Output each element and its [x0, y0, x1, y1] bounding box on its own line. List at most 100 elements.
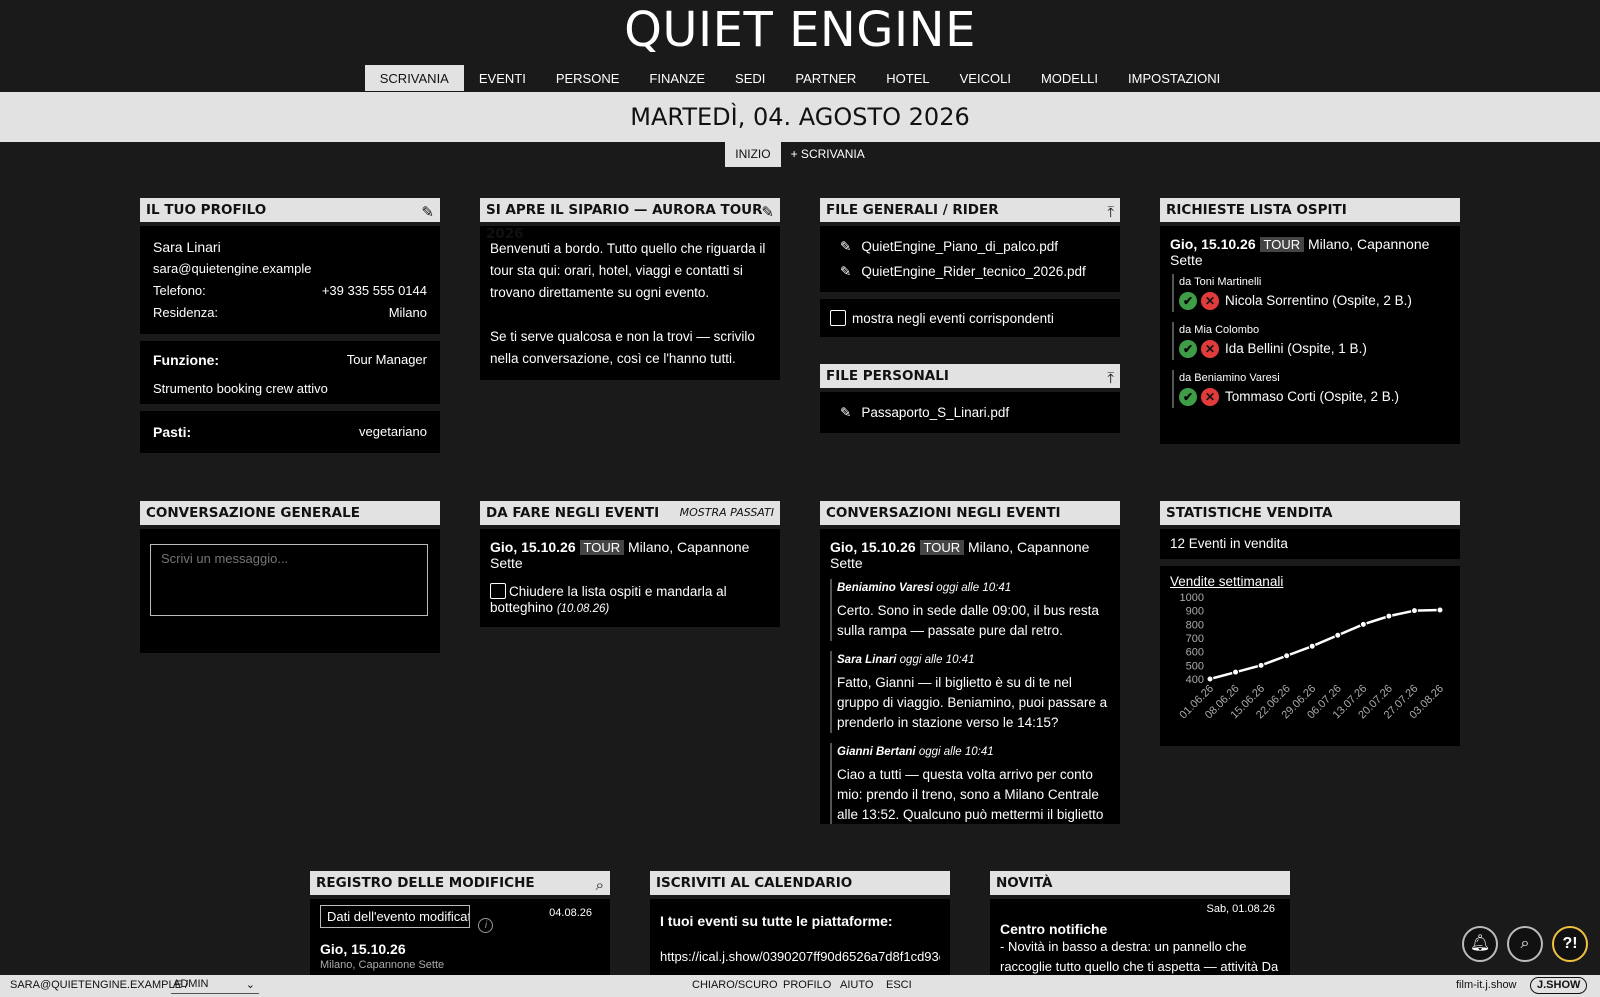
changelog-filter[interactable]: Dati dell'evento modificati [320, 905, 470, 928]
tab-finanze[interactable]: FINANZE [634, 65, 720, 91]
search-icon[interactable]: ⌕ [1507, 926, 1543, 962]
weekly-sales-link[interactable]: Vendite settimanali [1170, 574, 1450, 589]
data-point[interactable] [1257, 661, 1265, 669]
tab-impostazioni[interactable]: IMPOSTAZIONI [1113, 65, 1235, 91]
tab-eventi[interactable]: EVENTI [464, 65, 541, 91]
general-chat-widget: CONVERSAZIONE GENERALE [140, 501, 440, 653]
tab-persone[interactable]: PERSONE [541, 65, 635, 91]
jshow-logo[interactable]: J.SHOW [1530, 977, 1588, 994]
ical-url[interactable]: https://ical.j.show/0390207ff90d6526a7d8… [660, 949, 940, 964]
reject-icon[interactable]: ✕ [1201, 388, 1219, 406]
bell-icon[interactable]: 🔔︎ [1462, 926, 1498, 962]
upload-icon[interactable]: ⤒ [1107, 200, 1114, 224]
data-point[interactable] [1206, 675, 1214, 683]
event-place: Milano, Capannone Sette [320, 959, 445, 971]
file-item[interactable]: ✎ Passaporto_S_Linari.pdf [840, 400, 1100, 425]
profile-link[interactable]: PROFILO [783, 979, 831, 991]
show-past-link[interactable]: MOSTRA PASSATI [680, 501, 774, 525]
request-from: da Mia Colombo [1179, 324, 1260, 336]
calendar-title: I tuoi eventi su tutte le piattaforme: [660, 913, 893, 929]
y-tick-label: 400 [1186, 674, 1204, 686]
data-point[interactable] [1283, 652, 1291, 660]
upload-icon[interactable]: ⤒ [1107, 366, 1114, 390]
widget-title: STATISTICHE VENDITA [1166, 505, 1333, 521]
add-desk-button[interactable]: + SCRIVANIA [781, 142, 875, 167]
tab-sedi[interactable]: SEDI [720, 65, 780, 91]
residence-label: Residenza: [153, 305, 219, 320]
task-checkbox[interactable] [490, 583, 506, 599]
sales-widget: STATISTICHE VENDITA 12 Eventi in vendita… [1160, 501, 1460, 746]
message-time: oggi alle 10:41 [936, 582, 1012, 594]
change-date: 04.08.26 [549, 907, 592, 919]
data-point[interactable] [1436, 606, 1444, 614]
guest-name: Tommaso Corti (Ospite, 2 B.) [1225, 389, 1400, 404]
reject-icon[interactable]: ✕ [1201, 340, 1219, 358]
approve-icon[interactable]: ✔ [1179, 292, 1197, 310]
page-title: MARTEDÌ, 04. AGOSTO 2026 [0, 92, 1600, 142]
profile-widget: IL TUO PROFILO ✎ Sara Linari sara@quieten… [140, 198, 440, 453]
main-nav: SCRIVANIA EVENTI PERSONE FINANZE SEDI PA… [0, 65, 1600, 91]
data-point[interactable] [1410, 607, 1418, 615]
news-date: Sab, 01.08.26 [1206, 903, 1275, 915]
pencil-icon[interactable]: ✎ [421, 200, 434, 224]
tool-status: Strumento booking crew attivo [153, 381, 328, 396]
data-point[interactable] [1232, 668, 1240, 676]
file-item[interactable]: ✎ QuietEngine_Rider_tecnico_2026.pdf [840, 259, 1100, 284]
data-point[interactable] [1385, 612, 1393, 620]
tab-modelli[interactable]: MODELLI [1026, 65, 1113, 91]
help-button[interactable]: ?! [1552, 926, 1588, 962]
tab-scrivania[interactable]: SCRIVANIA [364, 65, 464, 91]
chat-message: Beniamino Varesi oggi alle 10:41 Certo. … [830, 579, 1110, 641]
site-name: film-it.j.show [1456, 979, 1517, 991]
approve-icon[interactable]: ✔ [1179, 340, 1197, 358]
event-date[interactable]: Gio, 15.10.26 [320, 941, 600, 957]
request-from: da Toni Martinelli [1179, 276, 1262, 288]
message-text: Certo. Sono in sede dalle 09:00, il bus … [837, 603, 1099, 638]
message-time: oggi alle 10:41 [899, 654, 975, 666]
sales-chart: 400500600700800900100001.06.2608.06.2615… [1177, 592, 1446, 721]
y-tick-label: 800 [1186, 619, 1204, 631]
meals-value: vegetariano [359, 424, 427, 439]
event-date[interactable]: Gio, 15.10.26 [490, 539, 576, 555]
help-link[interactable]: AIUTO [840, 979, 873, 991]
phone-label: Telefono: [153, 283, 206, 298]
pencil-icon[interactable]: ✎ [840, 264, 851, 279]
event-date[interactable]: Gio, 15.10.26 [830, 539, 916, 555]
widget-title: FILE GENERALI / RIDER [826, 202, 999, 218]
data-point[interactable] [1308, 642, 1316, 650]
event-tag: TOUR [579, 540, 625, 555]
function-value: Tour Manager [346, 352, 427, 367]
role-select[interactable]: ADMIN ⌄ [171, 978, 259, 994]
widget-title: RICHIESTE LISTA OSPITI [1166, 202, 1347, 218]
subtab-home[interactable]: INIZIO [725, 142, 781, 167]
search-icon[interactable]: ⌕ [596, 873, 604, 897]
guestlist-widget: RICHIESTE LISTA OSPITI Gio, 15.10.26 TOU… [1160, 198, 1460, 444]
message-text: Fatto, Gianni — il biglietto è su di te … [837, 675, 1108, 730]
welcome-widget: SI APRE IL SIPARIO — AURORA TOUR 2026 ✎ B… [480, 198, 780, 380]
news-widget: NOVITÀ Sab, 01.08.26 Centro notifiche - … [990, 871, 1290, 979]
tab-veicoli[interactable]: VEICOLI [945, 65, 1026, 91]
show-in-events-checkbox[interactable] [830, 310, 846, 326]
tab-hotel[interactable]: HOTEL [871, 65, 944, 91]
theme-toggle-link[interactable]: CHIARO/SCURO [692, 979, 778, 991]
widget-title: NOVITÀ [996, 875, 1053, 891]
data-point[interactable] [1359, 620, 1367, 628]
data-point[interactable] [1334, 631, 1342, 639]
event-date[interactable]: Gio, 15.10.26 [1170, 236, 1256, 252]
logout-link[interactable]: ESCI [886, 979, 912, 991]
info-icon[interactable]: i [478, 918, 494, 933]
y-tick-label: 1000 [1180, 592, 1204, 604]
footer: SARA@QUIETENGINE.EXAMPLE / ADMIN ⌄ CHIARO… [0, 975, 1600, 997]
file-item[interactable]: ✎ QuietEngine_Piano_di_palco.pdf [840, 234, 1100, 259]
residence-value: Milano [388, 305, 427, 320]
pencil-icon[interactable]: ✎ [840, 239, 851, 254]
pencil-icon[interactable]: ✎ [761, 200, 774, 224]
tab-partner[interactable]: PARTNER [780, 65, 871, 91]
pencil-icon[interactable]: ✎ [840, 405, 851, 420]
reject-icon[interactable]: ✕ [1201, 292, 1219, 310]
widget-title: ISCRIVITI AL CALENDARIO [656, 875, 853, 891]
approve-icon[interactable]: ✔ [1179, 388, 1197, 406]
message-input[interactable] [150, 544, 428, 616]
y-tick-label: 700 [1186, 633, 1204, 645]
meals-label: Pasti: [153, 424, 192, 440]
